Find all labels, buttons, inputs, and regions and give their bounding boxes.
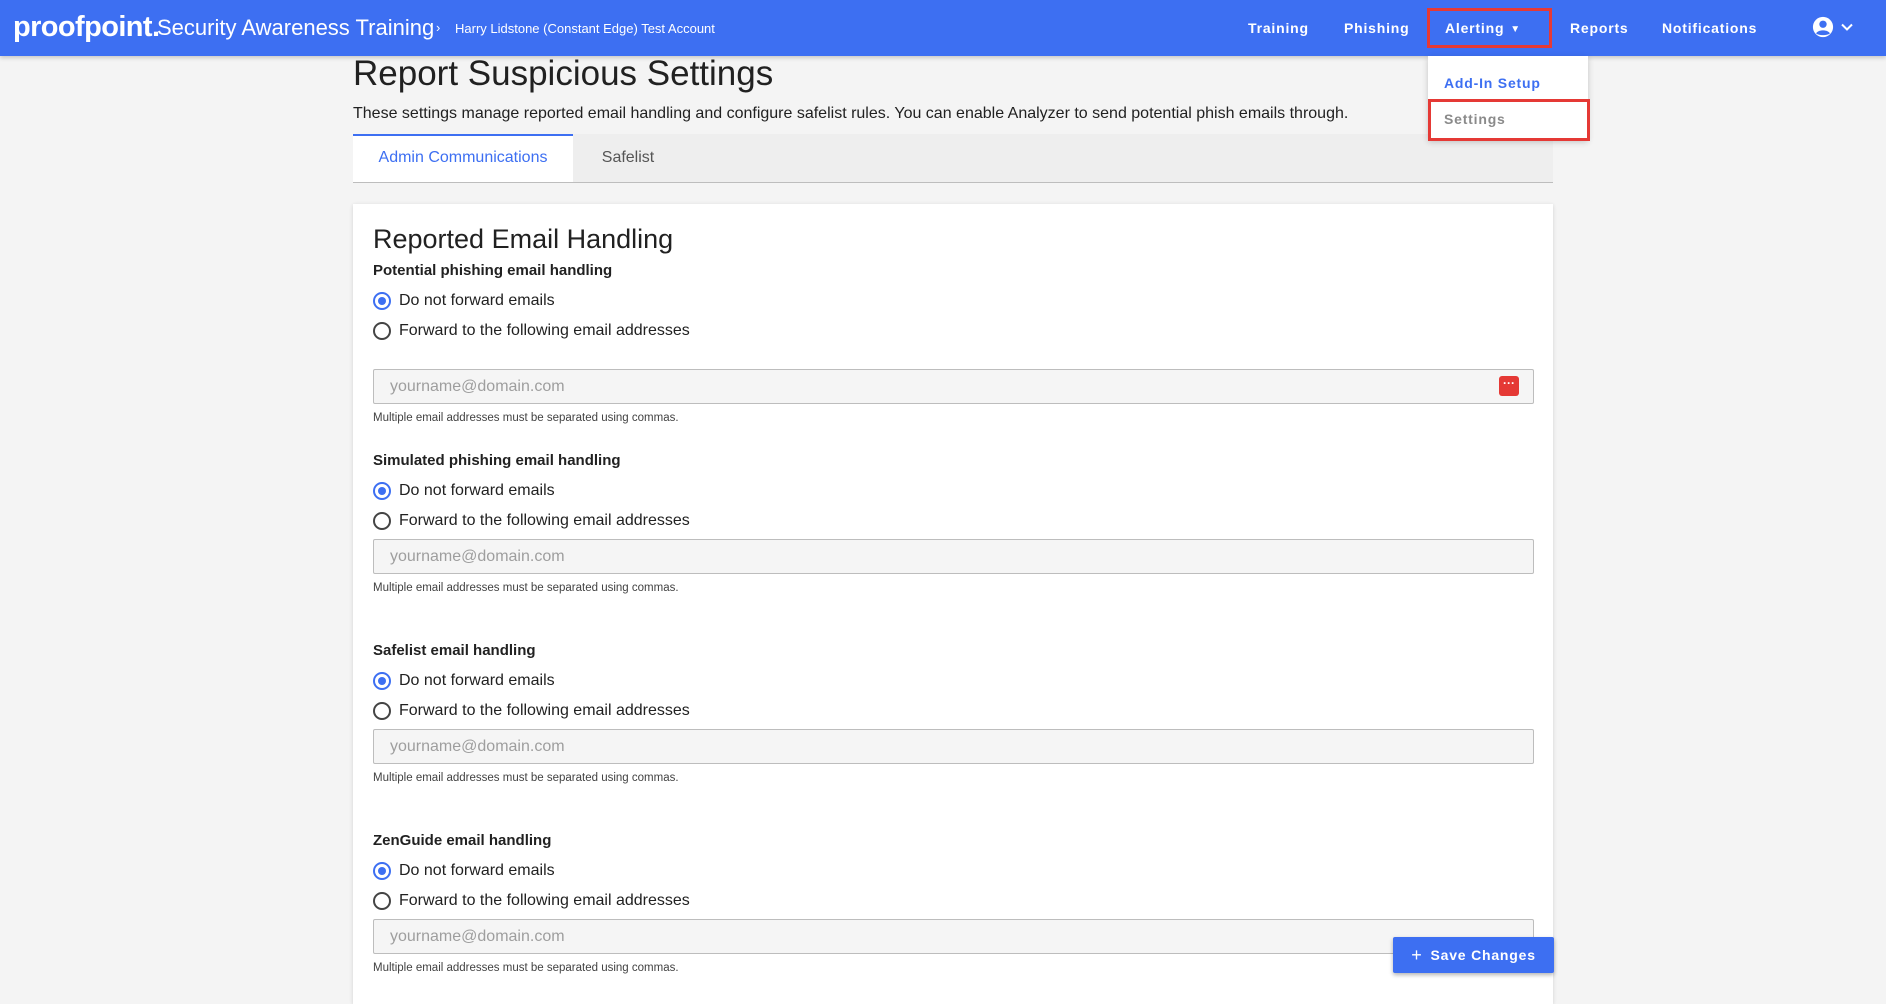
- save-changes-button[interactable]: + Save Changes: [1393, 937, 1554, 973]
- tab-safelist[interactable]: Safelist: [573, 134, 683, 182]
- simulated-hint: Multiple email addresses must be separat…: [373, 582, 679, 594]
- section-label-simulated-phishing: Simulated phishing email handling: [373, 452, 621, 469]
- section-label-potential-phishing: Potential phishing email handling: [373, 262, 613, 279]
- radio-potential-forward[interactable]: Forward to the following email addresses: [373, 320, 690, 342]
- radio-unselected-icon: [373, 512, 391, 530]
- radio-potential-no-forward[interactable]: Do not forward emails: [373, 290, 555, 312]
- radio-label: Do not forward emails: [399, 292, 555, 309]
- radio-label: Forward to the following email addresses: [399, 322, 690, 339]
- radio-selected-icon: [373, 292, 391, 310]
- tab-bar: Admin Communications Safelist: [353, 134, 1553, 183]
- tab-admin-communications[interactable]: Admin Communications: [353, 134, 573, 182]
- radio-unselected-icon: [373, 322, 391, 340]
- radio-label: Do not forward emails: [399, 482, 555, 499]
- radio-selected-icon: [373, 862, 391, 880]
- password-manager-icon[interactable]: ···: [1499, 376, 1519, 396]
- radio-label: Do not forward emails: [399, 672, 555, 689]
- section-label-zenguide: ZenGuide email handling: [373, 832, 552, 849]
- alerting-highlight-box: [1427, 8, 1552, 48]
- page-description: These settings manage reported email han…: [353, 105, 1349, 122]
- radio-label: Do not forward emails: [399, 862, 555, 879]
- radio-zenguide-forward[interactable]: Forward to the following email addresses: [373, 890, 690, 912]
- page-title: Report Suspicious Settings: [353, 54, 774, 93]
- zenguide-email-input[interactable]: [373, 919, 1534, 954]
- radio-simulated-forward[interactable]: Forward to the following email addresses: [373, 510, 690, 532]
- nav-notifications[interactable]: Notifications: [1662, 17, 1757, 39]
- radio-selected-icon: [373, 672, 391, 690]
- section-label-safelist: Safelist email handling: [373, 642, 536, 659]
- radio-label: Forward to the following email addresses: [399, 512, 690, 529]
- simulated-email-input[interactable]: [373, 539, 1534, 574]
- menu-item-add-in-setup[interactable]: Add-In Setup: [1444, 73, 1541, 93]
- breadcrumb-separator-icon: ›: [436, 20, 441, 35]
- radio-unselected-icon: [373, 702, 391, 720]
- radio-selected-icon: [373, 482, 391, 500]
- radio-label: Forward to the following email addresses: [399, 702, 690, 719]
- safelist-email-input[interactable]: [373, 729, 1534, 764]
- radio-unselected-icon: [373, 892, 391, 910]
- account-name[interactable]: Harry Lidstone (Constant Edge) Test Acco…: [455, 19, 715, 39]
- radio-safelist-forward[interactable]: Forward to the following email addresses: [373, 700, 690, 722]
- settings-highlight-box: [1428, 99, 1590, 141]
- plus-icon: +: [1411, 945, 1423, 965]
- proofpoint-logo[interactable]: proofpoint.: [13, 9, 160, 45]
- zenguide-hint: Multiple email addresses must be separat…: [373, 962, 679, 974]
- reported-email-handling-card: Reported Email Handling Potential phishi…: [353, 204, 1553, 1004]
- user-account-icon[interactable]: [1812, 16, 1834, 38]
- top-nav-bar: proofpoint. Security Awareness Training …: [0, 0, 1886, 56]
- nav-reports[interactable]: Reports: [1570, 17, 1629, 39]
- safelist-hint: Multiple email addresses must be separat…: [373, 772, 679, 784]
- radio-label: Forward to the following email addresses: [399, 892, 690, 909]
- radio-simulated-no-forward[interactable]: Do not forward emails: [373, 480, 555, 502]
- nav-training[interactable]: Training: [1248, 17, 1309, 39]
- card-title: Reported Email Handling: [373, 224, 674, 254]
- radio-zenguide-no-forward[interactable]: Do not forward emails: [373, 860, 555, 882]
- potential-hint: Multiple email addresses must be separat…: [373, 412, 679, 424]
- nav-phishing[interactable]: Phishing: [1344, 17, 1410, 39]
- app-name: Security Awareness Training: [157, 15, 435, 40]
- save-changes-label: Save Changes: [1430, 947, 1536, 963]
- chevron-down-icon[interactable]: [1840, 20, 1854, 34]
- potential-email-input[interactable]: [373, 369, 1534, 404]
- radio-safelist-no-forward[interactable]: Do not forward emails: [373, 670, 555, 692]
